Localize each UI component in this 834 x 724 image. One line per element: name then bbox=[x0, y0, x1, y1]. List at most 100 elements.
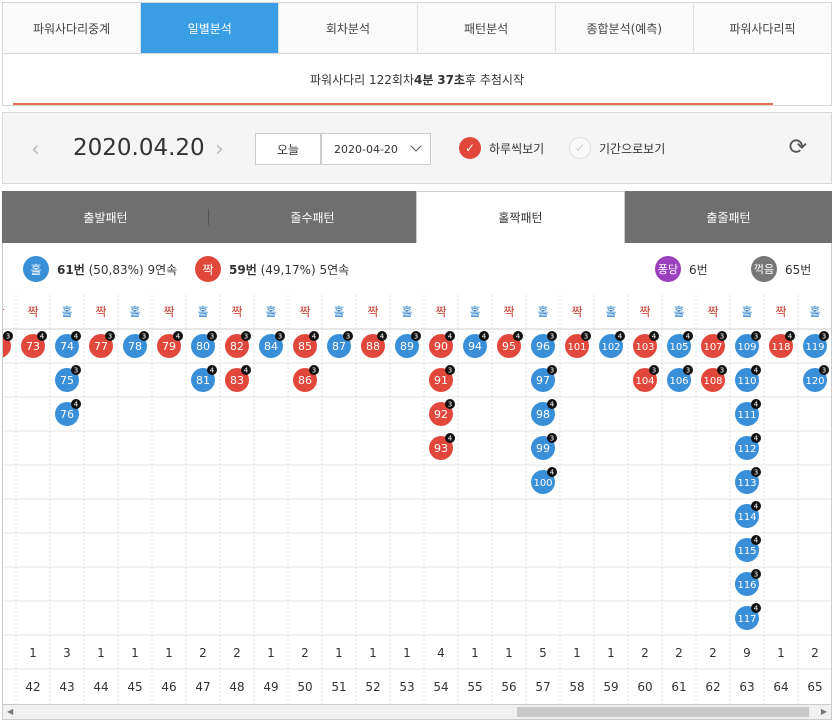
column-index: 56 bbox=[501, 680, 516, 694]
scroll-left-icon[interactable]: ◀ bbox=[7, 707, 13, 716]
nav-tab-1[interactable]: 일별분석 bbox=[141, 3, 280, 53]
column-header: 짝 bbox=[27, 305, 38, 319]
prev-date-arrow-icon[interactable]: ‹ bbox=[31, 137, 40, 162]
ball-number: 97 bbox=[536, 374, 550, 387]
streak-count: 3 bbox=[63, 646, 71, 660]
ball-number: 74 bbox=[60, 340, 74, 353]
ball-number: 93 bbox=[434, 442, 448, 455]
pattern-tab-2[interactable]: 홀짝패턴 bbox=[416, 191, 625, 243]
line-count-badge-text: 4 bbox=[754, 367, 759, 375]
line-count-badge-text: 3 bbox=[278, 333, 282, 341]
line-count-badge-text: 3 bbox=[108, 333, 112, 341]
kkeok-count: 65번 bbox=[785, 262, 812, 277]
pattern-tab-3[interactable]: 출줄패턴 bbox=[625, 191, 832, 243]
column-index: 57 bbox=[535, 680, 550, 694]
streak-count: 1 bbox=[369, 646, 377, 660]
column-index: 45 bbox=[127, 680, 142, 694]
ball-number: 104 bbox=[635, 376, 654, 387]
line-count-badge-text: 4 bbox=[618, 333, 623, 341]
ball-number: 101 bbox=[567, 342, 586, 353]
daily-view-radio[interactable]: ✓ 하루씩보기 bbox=[459, 137, 544, 159]
nav-tab-5[interactable]: 파워사다리픽 bbox=[694, 3, 831, 53]
line-count-badge-text: 4 bbox=[754, 605, 759, 613]
nav-tab-3[interactable]: 패턴분석 bbox=[418, 3, 556, 53]
ball-number: 115 bbox=[737, 546, 756, 557]
ball-number: 103 bbox=[635, 342, 654, 353]
line-count-badge-text: 3 bbox=[550, 367, 554, 375]
ball-number: 119 bbox=[805, 342, 824, 353]
pattern-grid-svg: 짝3짝734142홀744753764343짝773144홀783145짝794… bbox=[3, 295, 831, 704]
ball-number: 91 bbox=[434, 374, 448, 387]
nav-tab-0[interactable]: 파워사다리중계 bbox=[3, 3, 142, 53]
ball-number: 84 bbox=[264, 340, 278, 353]
line-count-badge-text: 3 bbox=[720, 333, 724, 341]
even-detail: (49,17%) 5연속 bbox=[260, 262, 350, 277]
line-count-badge-text: 4 bbox=[652, 333, 657, 341]
nav-tab-2[interactable]: 회차분석 bbox=[279, 3, 418, 53]
streak-count: 2 bbox=[675, 646, 683, 660]
streak-count: 2 bbox=[199, 646, 207, 660]
countdown-progress-bar bbox=[13, 103, 773, 105]
next-date-arrow-icon[interactable]: › bbox=[215, 137, 224, 162]
ball-number: 87 bbox=[332, 340, 346, 353]
column-index: 50 bbox=[297, 680, 312, 694]
today-button[interactable]: 오늘 bbox=[255, 133, 321, 165]
column-index: 44 bbox=[93, 680, 108, 694]
ball-number: 110 bbox=[737, 376, 756, 387]
pattern-tab-0[interactable]: 출발패턴 bbox=[2, 191, 209, 243]
pattern-tab-1[interactable]: 줄수패턴 bbox=[209, 191, 416, 243]
ball-number: 118 bbox=[771, 342, 790, 353]
pattern-tabs: 출발패턴 줄수패턴 홀짝패턴 출줄패턴 bbox=[2, 191, 832, 243]
line-count-badge-text: 3 bbox=[584, 333, 588, 341]
ball-number: 92 bbox=[434, 408, 448, 421]
horizontal-scrollbar[interactable]: ◀ ▶ bbox=[2, 704, 832, 720]
line-count-badge-text: 3 bbox=[754, 333, 758, 341]
column-header: 홀 bbox=[129, 305, 140, 319]
line-count-badge-text: 4 bbox=[754, 537, 759, 545]
draw-countdown-notice: 파워사다리 122회차 4분 37초 후 추첨시작 bbox=[2, 54, 832, 106]
column-header: 홀 bbox=[265, 305, 276, 319]
scroll-right-icon[interactable]: ▶ bbox=[821, 707, 827, 716]
ball-number: 95 bbox=[502, 340, 516, 353]
line-count-badge-text: 3 bbox=[720, 367, 724, 375]
line-count-badge-text: 3 bbox=[448, 367, 452, 375]
column-index: 42 bbox=[25, 680, 40, 694]
chevron-down-icon bbox=[410, 140, 422, 152]
column-index: 43 bbox=[59, 680, 74, 694]
line-count-badge-text: 4 bbox=[74, 401, 79, 409]
column-header: 홀 bbox=[469, 305, 480, 319]
column-header: 짝 bbox=[367, 305, 378, 319]
stats-summary: 홀 61번 (50,83%) 9연속 짝 59번 (49,17%) 5연속 퐁당… bbox=[2, 243, 832, 295]
column-index: 63 bbox=[739, 680, 754, 694]
line-count-badge-text: 4 bbox=[40, 333, 45, 341]
period-view-radio[interactable]: ✓ 기간으로보기 bbox=[569, 137, 665, 159]
line-count-badge-text: 3 bbox=[244, 333, 248, 341]
line-count-badge-text: 4 bbox=[448, 333, 453, 341]
nav-tab-4[interactable]: 종합분석(예측) bbox=[556, 3, 694, 53]
refresh-icon[interactable]: ⟳ bbox=[789, 135, 807, 160]
line-count-badge-text: 3 bbox=[652, 367, 656, 375]
ball-number: 82 bbox=[230, 340, 244, 353]
period-view-label: 기간으로보기 bbox=[599, 141, 666, 156]
pattern-grid: 짝3짝734142홀744753764343짝773144홀783145짝794… bbox=[2, 295, 832, 704]
ball-number: 76 bbox=[60, 408, 74, 421]
streak-count: 1 bbox=[97, 646, 105, 660]
line-count-badge-text: 4 bbox=[754, 503, 759, 511]
ball-number: 89 bbox=[400, 340, 414, 353]
column-header: 짝 bbox=[231, 305, 242, 319]
ball-number: 109 bbox=[737, 342, 756, 353]
ball-number: 94 bbox=[468, 340, 482, 353]
date-select[interactable]: 2020-04-20 bbox=[321, 133, 431, 165]
line-count-badge-text: 4 bbox=[686, 333, 691, 341]
line-count-badge-text: 4 bbox=[74, 333, 79, 341]
ball-number: 78 bbox=[128, 340, 142, 353]
streak-count: 1 bbox=[403, 646, 411, 660]
line-count-badge-text: 3 bbox=[822, 367, 826, 375]
pong-count: 6번 bbox=[689, 262, 708, 277]
line-count-badge-text: 4 bbox=[482, 333, 487, 341]
scrollbar-thumb[interactable] bbox=[517, 707, 809, 717]
line-count-badge-text: 4 bbox=[516, 333, 521, 341]
ball-number: 83 bbox=[230, 374, 244, 387]
line-count-badge-text: 4 bbox=[312, 333, 317, 341]
streak-count: 2 bbox=[811, 646, 819, 660]
